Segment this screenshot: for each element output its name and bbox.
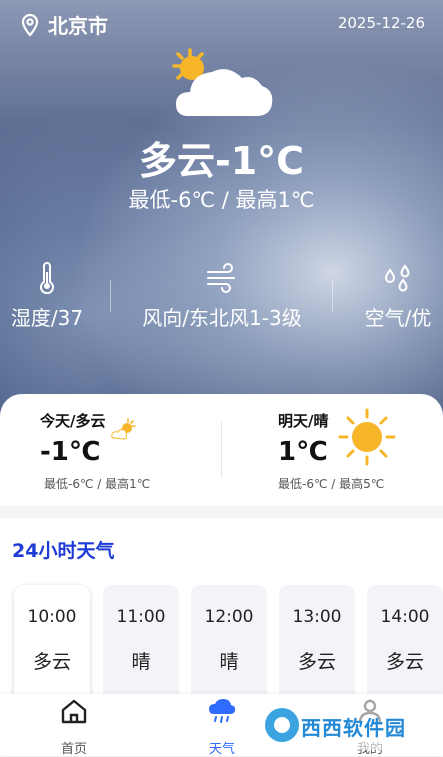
forecast-card: 今天/多云 -1℃ 最低-6℃ / 最高1℃ 明天/晴 1℃ 最低-6℃ / 最… — [0, 394, 443, 506]
hour-weather: 多云 — [385, 651, 424, 673]
raindrops-icon — [384, 264, 410, 292]
stat-divider — [110, 280, 111, 312]
partly-cloudy-icon — [111, 418, 136, 440]
hour-weather: 多云 — [297, 651, 336, 673]
location-pin-icon — [21, 13, 39, 37]
location[interactable]: 北京市 — [18, 10, 108, 39]
hour-time: 13:00 — [292, 607, 342, 627]
temperature-range: 最低-6℃ / 最高1℃ — [128, 188, 315, 212]
nav-home[interactable]: 首页 — [44, 698, 104, 757]
hour-time: 12:00 — [204, 607, 254, 627]
humidity-label: 湿度/37 — [10, 306, 84, 330]
home-icon — [61, 699, 87, 724]
hour-time: 14:00 — [380, 607, 430, 627]
air-label: 空气/优 — [364, 306, 432, 330]
hour-time: 11:00 — [116, 607, 166, 627]
hour-weather: 晴 — [131, 651, 151, 673]
city-name: 北京市 — [48, 14, 108, 38]
today-range: 最低-6℃ / 最高1℃ — [44, 477, 151, 491]
wind-stat: 风向/东北风1-3级 — [136, 262, 308, 331]
wind-label: 风向/东北风1-3级 — [142, 306, 302, 330]
humidity-stat: 湿度/37 — [8, 262, 86, 331]
nav-weather[interactable]: 天气 — [192, 698, 252, 757]
nav-weather-label: 天气 — [208, 742, 235, 757]
hour-weather: 晴 — [219, 651, 239, 673]
hourly-title: 24小时天气 — [12, 540, 115, 562]
wind-icon — [207, 263, 235, 293]
sun-icon — [338, 408, 396, 466]
weather-hero: 北京市 2025-12-26 多云-1°C 最低-6℃ / 最高1℃ 湿度/37 — [0, 0, 443, 420]
hour-weather: 多云 — [32, 651, 71, 673]
air-stat: 空气/优 — [358, 262, 438, 331]
nav-home-label: 首页 — [60, 742, 87, 757]
tomorrow-range: 最低-6℃ / 最高5℃ — [278, 477, 385, 491]
weather-icon — [209, 699, 236, 723]
watermark-text: 西西软件园 — [301, 716, 406, 740]
hour-time: 10:00 — [27, 607, 77, 627]
current-temperature: 多云-1°C — [138, 139, 305, 183]
stat-divider — [332, 280, 333, 312]
current-date: 2025-12-26 — [337, 14, 425, 32]
watermark: 西西软件园 — [261, 700, 437, 750]
partly-cloudy-icon — [172, 48, 273, 116]
thermometer-icon — [40, 262, 54, 294]
forecast-divider — [221, 422, 222, 478]
